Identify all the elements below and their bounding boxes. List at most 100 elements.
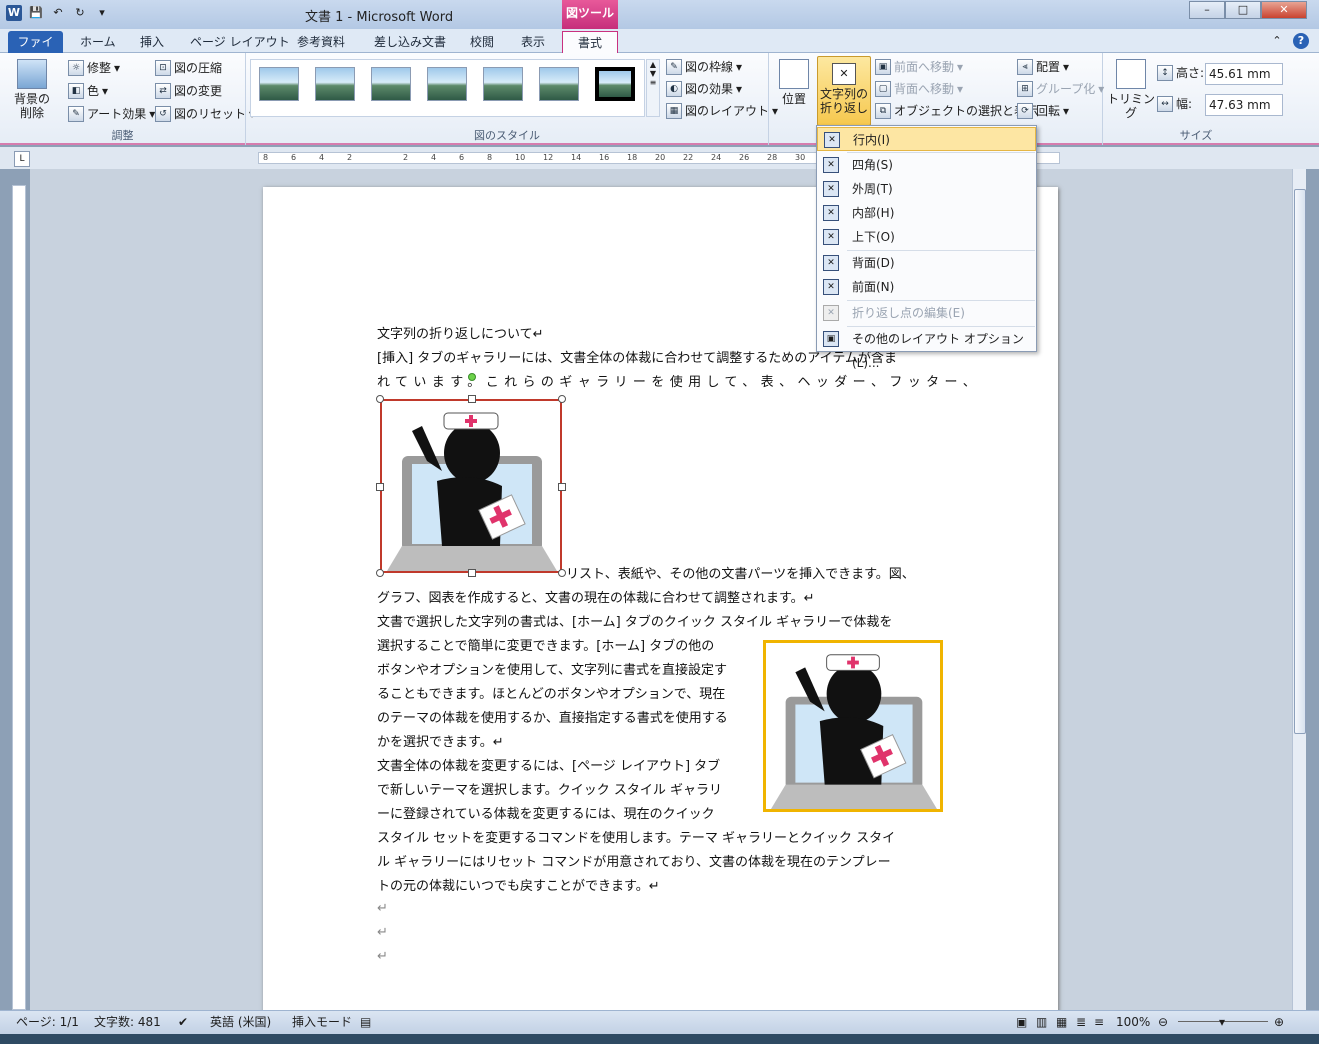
insert-mode[interactable]: 挿入モード bbox=[292, 1011, 352, 1033]
style-thumb[interactable] bbox=[427, 67, 467, 101]
menu-item-behind-text[interactable]: ✕ 背面(D) bbox=[817, 251, 1036, 275]
picture-effects-button[interactable]: ◐ 図の効果 ▾ bbox=[666, 80, 742, 97]
proofing-icon[interactable]: ✔ bbox=[178, 1011, 188, 1033]
outline-icon[interactable]: ≣ bbox=[1076, 1011, 1086, 1033]
doc-line[interactable]: ボタンやオプションを使用して、文字列に書式を直接設定す bbox=[377, 659, 727, 678]
send-backward-button[interactable]: ▢ 背面へ移動 ▾ bbox=[875, 80, 963, 97]
redo-icon[interactable]: ↻ bbox=[72, 5, 88, 21]
help-icon[interactable]: ? bbox=[1293, 33, 1309, 49]
doc-line[interactable]: グラフ、図表を作成すると、文書の現在の体裁に合わせて調整されます。↵ bbox=[377, 587, 815, 606]
rotate-button[interactable]: ⟳ 回転 ▾ bbox=[1017, 102, 1069, 119]
style-thumb[interactable] bbox=[539, 67, 579, 101]
change-picture-button[interactable]: ⇄ 図の変更 bbox=[155, 82, 222, 99]
menu-item-tight[interactable]: ✕ 外周(T) bbox=[817, 177, 1036, 201]
resize-handle[interactable] bbox=[558, 569, 566, 577]
resize-handle[interactable] bbox=[376, 483, 384, 491]
resize-handle[interactable] bbox=[376, 395, 384, 403]
artistic-effects-button[interactable]: ✎ アート効果 ▾ bbox=[68, 105, 155, 122]
web-layout-icon[interactable]: ▦ bbox=[1056, 1011, 1067, 1033]
full-screen-icon[interactable]: ▥ bbox=[1036, 1011, 1047, 1033]
save-icon[interactable]: 💾 bbox=[28, 5, 44, 21]
zoom-slider-thumb[interactable]: ▾ bbox=[1219, 1011, 1225, 1033]
wrap-text-button[interactable]: ✕ 文字列の折り返し bbox=[817, 56, 871, 126]
style-thumb[interactable] bbox=[595, 67, 635, 101]
picture-layout-button[interactable]: ▦ 図のレイアウト ▾ bbox=[666, 102, 778, 119]
language[interactable]: 英語 (米国) bbox=[210, 1011, 271, 1033]
resize-handle[interactable] bbox=[468, 569, 476, 577]
doc-line[interactable]: トの元の体裁にいつでも戻すことができます。↵ bbox=[377, 875, 660, 894]
close-button[interactable]: ✕ bbox=[1261, 1, 1307, 19]
tab-format[interactable]: 書式 bbox=[562, 31, 618, 53]
undo-icon[interactable]: ↶ bbox=[50, 5, 66, 21]
rotate-handle[interactable] bbox=[468, 373, 476, 381]
color-button[interactable]: ◧ 色 ▾ bbox=[68, 82, 108, 99]
style-thumb[interactable] bbox=[483, 67, 523, 101]
tab-page-layout[interactable]: ページ レイアウト bbox=[186, 31, 294, 53]
menu-item-in-front-of-text[interactable]: ✕ 前面(N) bbox=[817, 275, 1036, 299]
resize-handle[interactable] bbox=[376, 569, 384, 577]
macro-icon[interactable]: ▤ bbox=[360, 1011, 371, 1033]
align-button[interactable]: ⫷ 配置 ▾ bbox=[1017, 58, 1069, 75]
maximize-button[interactable]: □ bbox=[1225, 1, 1261, 19]
vertical-scrollbar[interactable] bbox=[1292, 169, 1306, 1010]
tab-home[interactable]: ホーム bbox=[76, 31, 120, 53]
style-thumb[interactable] bbox=[315, 67, 355, 101]
menu-item-inline[interactable]: ✕ 行内(I) bbox=[817, 127, 1036, 151]
tab-review[interactable]: 校閲 bbox=[466, 31, 498, 53]
menu-item-through[interactable]: ✕ 内部(H) bbox=[817, 201, 1036, 225]
customize-icon[interactable]: ▾ bbox=[94, 5, 110, 21]
doc-line[interactable]: ーに登録されている体裁を変更するには、現在のクイック bbox=[377, 803, 715, 822]
width-input[interactable]: 47.63 mm bbox=[1205, 94, 1283, 116]
doc-line[interactable]: スタイル セットを変更するコマンドを使用します。テーマ ギャラリーとクイック ス… bbox=[377, 827, 895, 846]
resize-handle[interactable] bbox=[468, 395, 476, 403]
page-count[interactable]: ページ: 1/1 bbox=[16, 1011, 79, 1033]
menu-item-top-bottom[interactable]: ✕ 上下(O) bbox=[817, 225, 1036, 249]
height-input[interactable]: 45.61 mm bbox=[1205, 63, 1283, 85]
crop-button[interactable]: トリミング bbox=[1107, 59, 1155, 120]
word-count[interactable]: 文字数: 481 bbox=[94, 1011, 161, 1033]
minimize-button[interactable]: – bbox=[1189, 1, 1225, 19]
style-thumb[interactable] bbox=[259, 67, 299, 101]
menu-item-more-layout-options[interactable]: ▣ その他のレイアウト オプション(L)... bbox=[817, 327, 1036, 370]
resize-handle[interactable] bbox=[558, 483, 566, 491]
tab-selector-button[interactable]: L bbox=[14, 151, 30, 167]
doc-line[interactable]: のテーマの体裁を使用するか、直接指定する書式を使用する bbox=[377, 707, 728, 726]
compress-pictures-button[interactable]: ⊡ 図の圧縮 bbox=[155, 59, 222, 76]
doc-line[interactable]: 選択することで簡単に変更できます。[ホーム] タブの他の bbox=[377, 635, 714, 654]
dog-picture[interactable] bbox=[763, 640, 943, 812]
tab-insert[interactable]: 挿入 bbox=[136, 31, 168, 53]
doc-line[interactable]: ↵ bbox=[377, 949, 388, 964]
corrections-button[interactable]: ☼ 修整 ▾ bbox=[68, 59, 120, 76]
selection-pane-button[interactable]: ⧉ オブジェクトの選択と表示 bbox=[875, 102, 1038, 119]
doc-line[interactable]: ル ギャラリーにはリセット コマンドが用意されており、文書の体裁を現在のテンプレ… bbox=[377, 851, 891, 870]
zoom-in-icon[interactable]: ⊕ bbox=[1274, 1011, 1284, 1033]
doc-line[interactable]: 文書で選択した文字列の書式は、[ホーム] タブのクイック スタイル ギャラリーで… bbox=[377, 611, 892, 630]
picture-border-button[interactable]: ✎ 図の枠線 ▾ bbox=[666, 58, 742, 75]
doc-line[interactable]: で新しいテーマを選択します。クイック スタイル ギャラリ bbox=[377, 779, 722, 798]
remove-background-button[interactable]: 背景の削除 bbox=[10, 59, 54, 120]
menu-item-edit-wrap-points[interactable]: ✕ 折り返し点の編集(E) bbox=[817, 301, 1036, 325]
doc-line[interactable]: ることもできます。ほとんどのボタンやオプションで、現在 bbox=[377, 683, 725, 702]
style-thumb[interactable] bbox=[371, 67, 411, 101]
dog-picture-selected[interactable] bbox=[376, 373, 566, 577]
doc-line[interactable]: ↵ bbox=[377, 925, 388, 940]
zoom-out-icon[interactable]: ⊖ bbox=[1158, 1011, 1168, 1033]
tab-file[interactable]: ファイル bbox=[8, 31, 63, 71]
tab-view[interactable]: 表示 bbox=[517, 31, 549, 53]
doc-line[interactable]: かを選択できます。↵ bbox=[377, 731, 504, 750]
zoom-level[interactable]: 100% bbox=[1116, 1011, 1150, 1033]
menu-item-square[interactable]: ✕ 四角(S) bbox=[817, 153, 1036, 177]
doc-line[interactable]: リスト、表紙や、その他の文書パーツを挿入できます。図、 bbox=[566, 563, 915, 582]
collapse-ribbon-icon[interactable]: ⌃ bbox=[1269, 33, 1285, 49]
print-layout-icon[interactable]: ▣ bbox=[1016, 1011, 1027, 1033]
tab-mailings[interactable]: 差し込み文書 bbox=[370, 31, 450, 53]
draft-icon[interactable]: ≡ bbox=[1094, 1011, 1104, 1033]
tab-references[interactable]: 参考資料 bbox=[293, 31, 349, 53]
doc-line[interactable]: ↵ bbox=[377, 901, 388, 916]
reset-picture-button[interactable]: ↺図のリセット ▾ bbox=[155, 105, 255, 122]
resize-handle[interactable] bbox=[558, 395, 566, 403]
gallery-scroll[interactable]: ▲ ▼ ≡ bbox=[646, 59, 660, 117]
scrollbar-thumb[interactable] bbox=[1294, 189, 1306, 734]
word-icon[interactable]: W bbox=[6, 5, 22, 21]
doc-line[interactable]: れています。これらのギャラリーを使用して、表、ヘッダー、フッター、 bbox=[377, 371, 981, 390]
